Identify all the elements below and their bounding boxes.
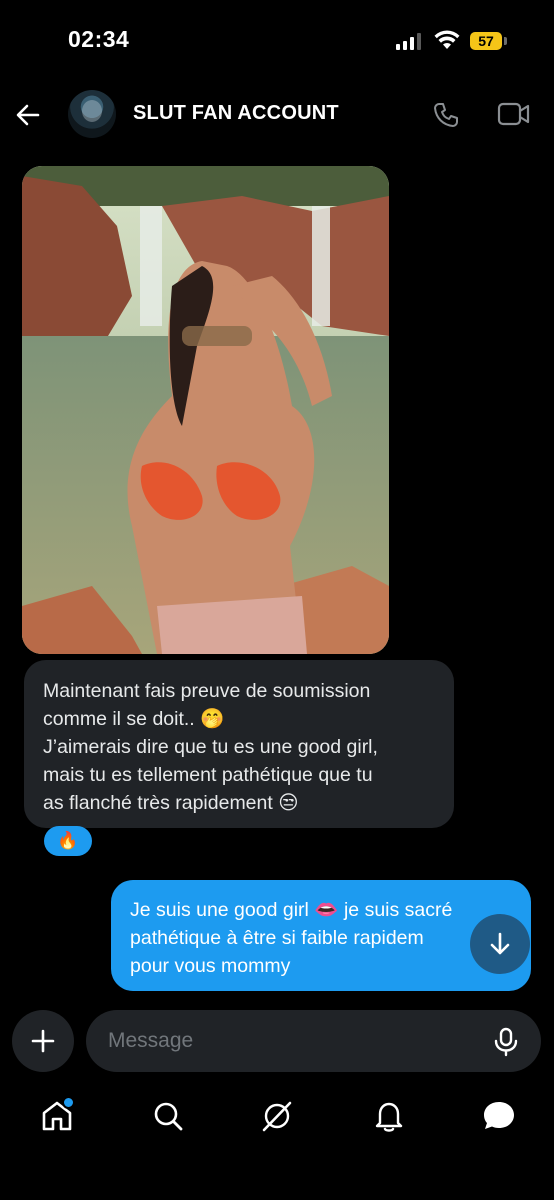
sent-line: pour vous mommy xyxy=(130,955,291,977)
arrow-down-icon xyxy=(490,932,510,955)
sent-line: pathétique à être si faible rapidem xyxy=(130,927,424,949)
status-time: 02:34 xyxy=(68,26,130,52)
messages-icon[interactable] xyxy=(482,1099,516,1133)
received-line: comme il se doit.. 🤭 xyxy=(43,708,225,730)
phone-call-icon[interactable] xyxy=(432,101,460,129)
fire-reaction-badge[interactable]: 🔥 xyxy=(44,826,92,856)
received-line: as flanché très rapidement 😒 xyxy=(43,792,299,814)
back-arrow-icon[interactable] xyxy=(14,101,42,129)
sent-line: Je suis une good girl 👄 je suis sacré xyxy=(130,899,453,921)
received-line: Maintenant fais preuve de soumission xyxy=(43,680,371,702)
home-notification-dot xyxy=(62,1096,75,1109)
sent-message-text: Je suis une good girl 👄 je suis sacré pa… xyxy=(130,896,520,980)
wifi-icon xyxy=(434,30,460,49)
add-attachment-button[interactable] xyxy=(12,1010,74,1072)
message-photo[interactable] xyxy=(22,166,389,654)
received-message-text: Maintenant fais preuve de soumission com… xyxy=(43,677,443,817)
message-input[interactable] xyxy=(86,1010,541,1072)
battery-cap xyxy=(504,37,507,45)
cellular-signal-icon xyxy=(396,32,421,50)
received-line: J’aimerais dire que tu es une good girl, xyxy=(43,736,378,758)
microphone-icon[interactable] xyxy=(492,1027,520,1057)
plus-icon xyxy=(31,1029,55,1053)
avatar[interactable] xyxy=(68,90,116,138)
grok-icon[interactable] xyxy=(260,1099,294,1133)
battery-indicator: 57 xyxy=(470,32,502,50)
video-call-icon[interactable] xyxy=(497,101,531,127)
contact-name[interactable]: SLUT FAN ACCOUNT xyxy=(133,102,339,125)
scroll-to-bottom-button[interactable] xyxy=(470,914,530,974)
notifications-icon[interactable] xyxy=(372,1099,406,1133)
received-line: mais tu es tellement pathétique que tu xyxy=(43,764,373,786)
search-icon[interactable] xyxy=(151,1099,185,1133)
